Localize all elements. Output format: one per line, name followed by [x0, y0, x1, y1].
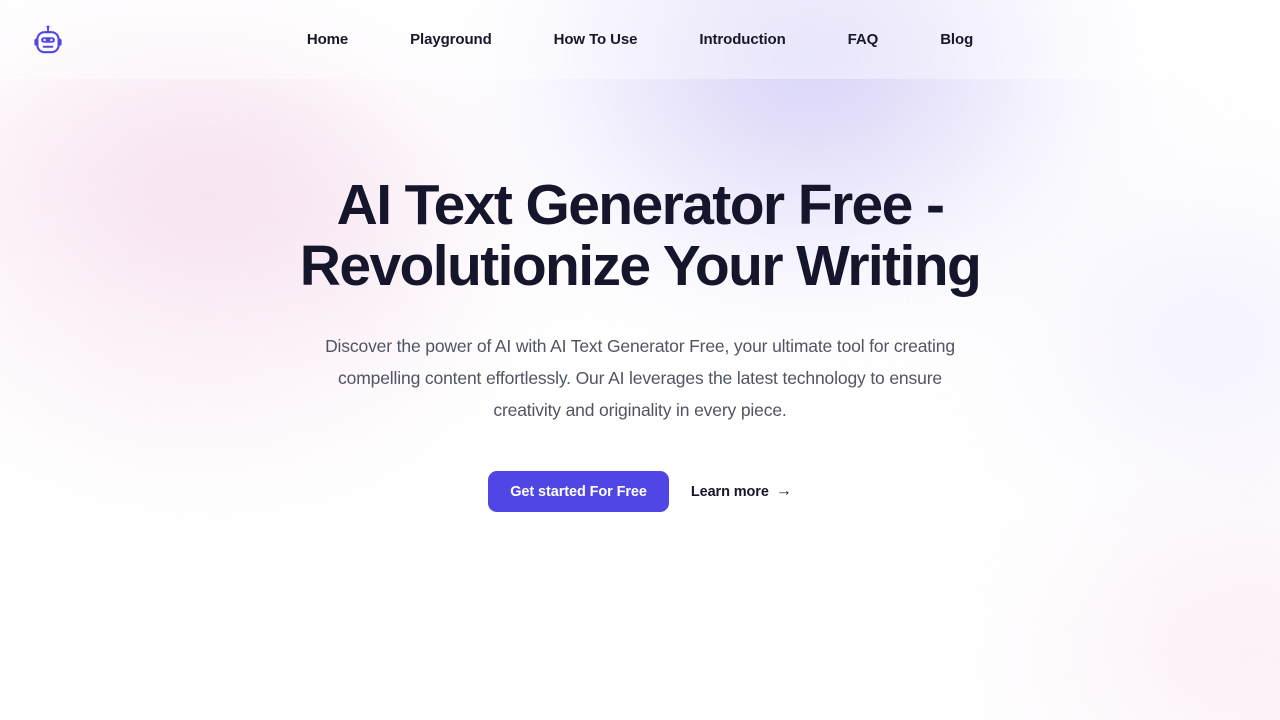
nav-link-home[interactable]: Home	[307, 25, 348, 54]
main-navigation: Home Playground How To Use Introduction …	[0, 0, 1280, 79]
learn-more-button[interactable]: Learn more →	[690, 482, 792, 500]
get-started-button[interactable]: Get started For Free	[488, 471, 669, 512]
nav-link-faq[interactable]: FAQ	[848, 25, 879, 54]
page-root: Home Playground How To Use Introduction …	[0, 0, 1280, 720]
nav-link-blog[interactable]: Blog	[940, 25, 973, 54]
site-header: Home Playground How To Use Introduction …	[0, 0, 1280, 79]
nav-link-how-to-use[interactable]: How To Use	[554, 25, 638, 54]
arrow-right-icon: →	[775, 482, 792, 499]
hero-title: AI Text Generator Free - Revolutionize Y…	[299, 173, 982, 298]
hero-section: AI Text Generator Free - Revolutionize Y…	[0, 79, 1280, 720]
hero-subtitle: Discover the power of AI with AI Text Ge…	[325, 336, 955, 420]
nav-link-introduction[interactable]: Introduction	[699, 25, 785, 54]
hero-actions: Get started For Free Learn more →	[488, 471, 792, 512]
learn-more-label: Learn more	[690, 483, 769, 500]
nav-link-playground[interactable]: Playground	[410, 25, 492, 54]
